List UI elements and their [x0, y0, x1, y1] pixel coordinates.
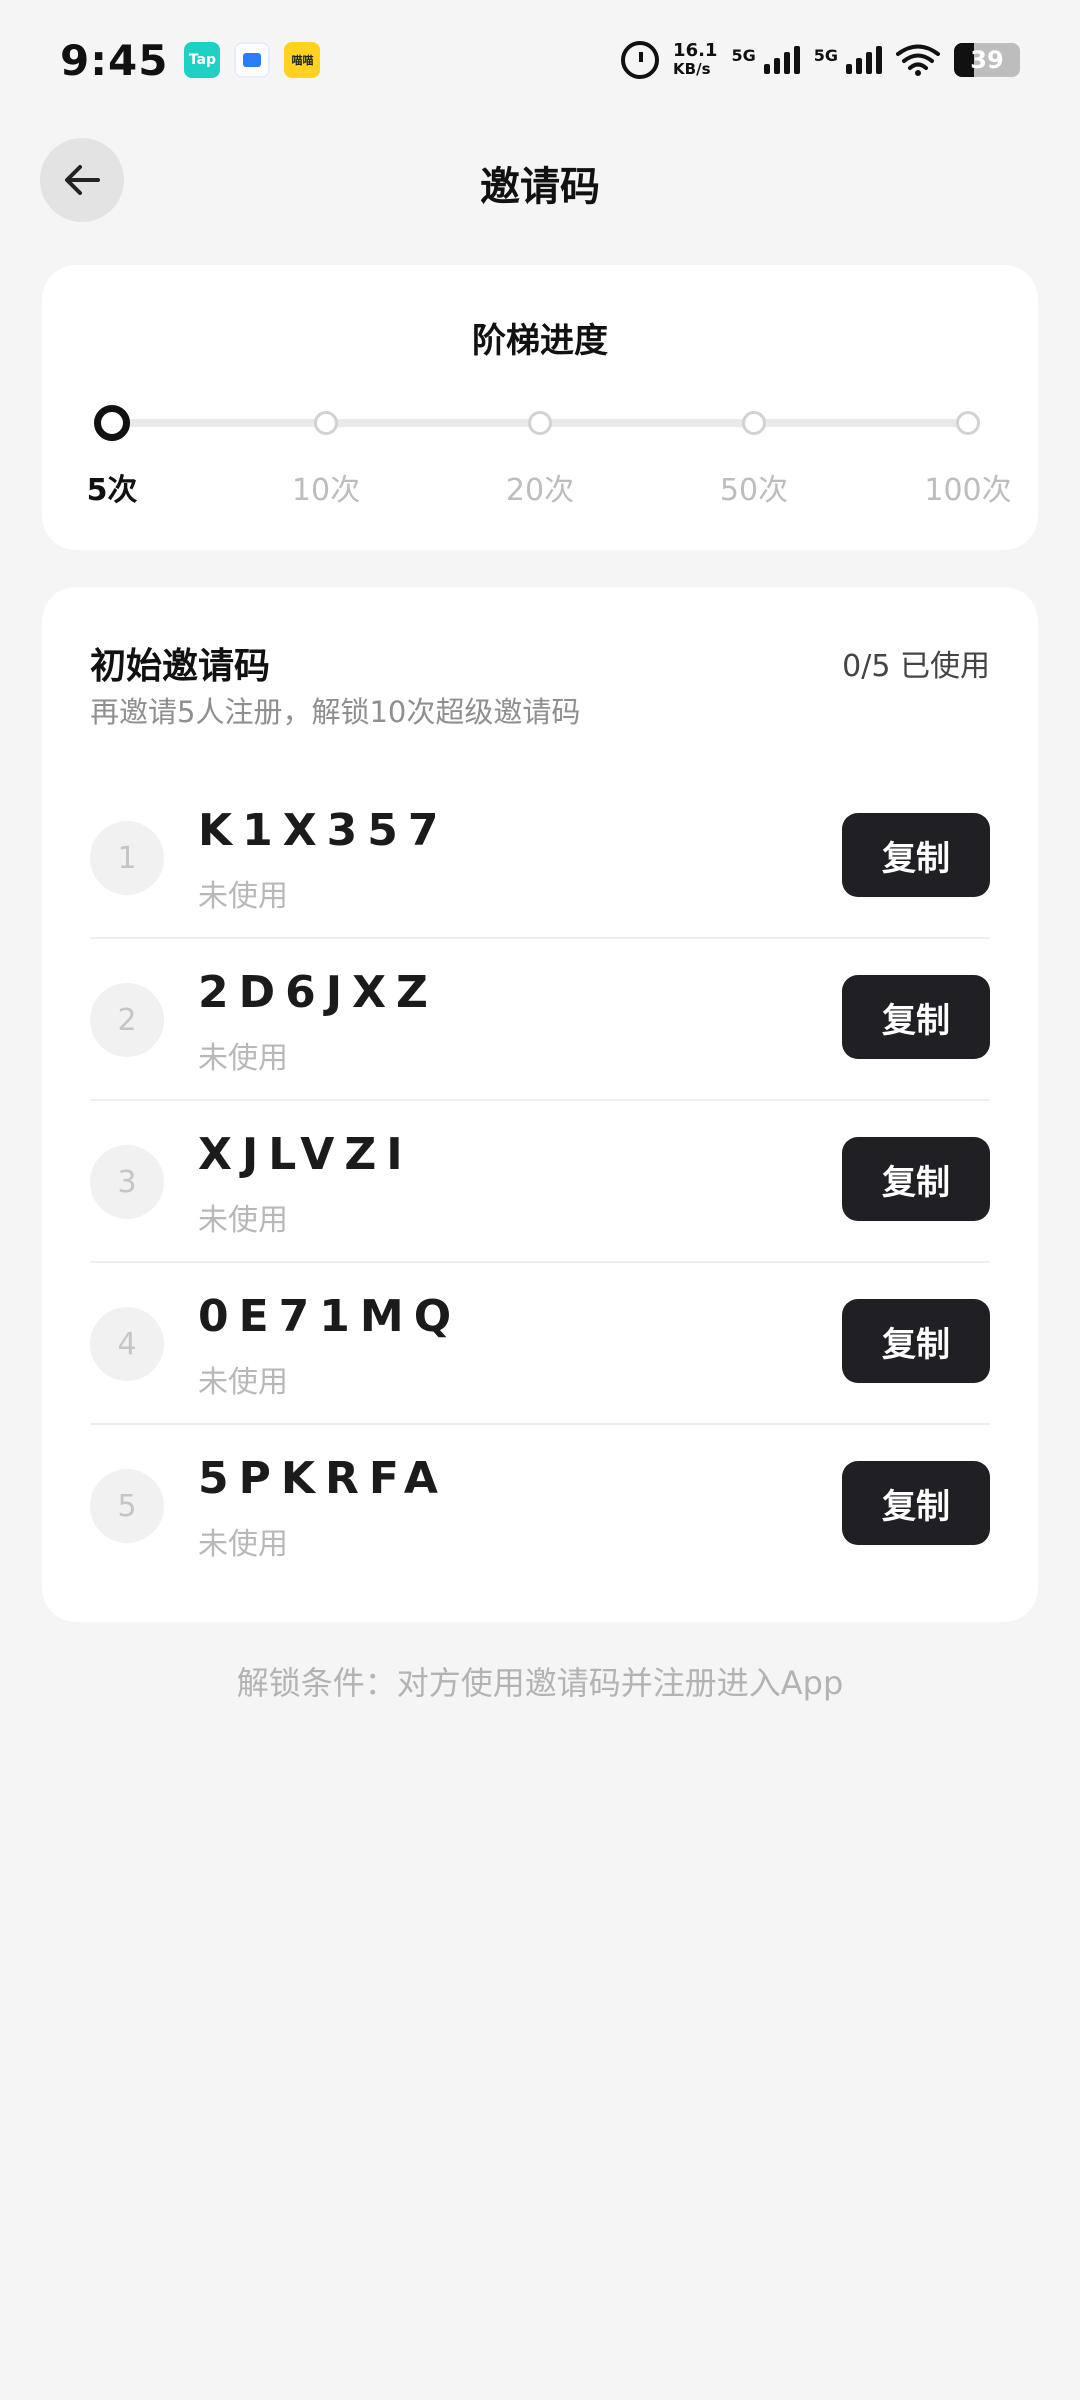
page-header: 邀请码: [0, 130, 1080, 230]
code-status: 未使用: [198, 1527, 288, 1562]
progress-step-label: 10次: [291, 473, 361, 508]
taptap-icon: Tap: [184, 42, 221, 78]
codes-used-count: 0/5 已使用: [842, 649, 990, 684]
speed-unit: KB/s: [673, 60, 711, 78]
progress-step-label: 20次: [505, 473, 575, 508]
invite-code: 2D6JXZ: [198, 967, 438, 1018]
invite-codes-card: 初始邀请码 0/5 已使用 再邀请5人注册，解锁10次超级邀请码 1 K1X35…: [42, 587, 1038, 1622]
code-status: 未使用: [198, 879, 288, 914]
progress-step-5: [956, 411, 980, 435]
status-indicators: 16.1 KB/s 5G 5G 39: [621, 41, 1020, 79]
page-title: 邀请码: [480, 164, 600, 210]
code-index: 1: [90, 821, 164, 895]
progress-step-label: 5次: [86, 473, 138, 508]
battery-level: 39: [970, 46, 1004, 74]
signal-label: 5G: [813, 46, 838, 65]
progress-step-1: [94, 405, 130, 441]
progress-step-label: 50次: [719, 473, 789, 508]
speed-value: 16.1: [673, 40, 718, 61]
copy-button[interactable]: 复制: [842, 1137, 990, 1221]
copy-button[interactable]: 复制: [842, 813, 990, 897]
codes-subtitle: 再邀请5人注册，解锁10次超级邀请码: [90, 695, 581, 729]
code-row: 1 K1X357 未使用 复制: [90, 777, 990, 939]
unlock-condition-note: 解锁条件：对方使用邀请码并注册进入App: [236, 1664, 844, 1702]
code-index: 3: [90, 1145, 164, 1219]
invite-code: 0E71MQ: [198, 1291, 462, 1342]
notification-app-icons: Tap 喵喵: [184, 42, 321, 78]
blue-app-icon: [234, 42, 271, 78]
code-row: 2 2D6JXZ 未使用 复制: [90, 939, 990, 1101]
progress-step-2: [314, 411, 338, 435]
copy-button[interactable]: 复制: [842, 975, 990, 1059]
signal-label: 5G: [731, 46, 756, 65]
progress-card: 阶梯进度 5次 10次 20次 50次 100次: [42, 265, 1038, 550]
codes-title: 初始邀请码: [90, 646, 271, 687]
copy-button[interactable]: 复制: [842, 1461, 990, 1545]
signal-icon: 5G: [814, 46, 882, 74]
status-time: 9:45: [60, 35, 169, 85]
progress-title: 阶梯进度: [472, 321, 608, 361]
progress-step-label: 100次: [924, 473, 1012, 508]
code-index: 2: [90, 983, 164, 1057]
code-status: 未使用: [198, 1203, 288, 1238]
invite-code: 5PKRFA: [198, 1453, 448, 1504]
wifi-icon: [896, 43, 940, 77]
progress-step-3: [528, 411, 552, 435]
invite-code: K1X357: [198, 805, 449, 856]
code-index: 4: [90, 1307, 164, 1381]
code-row: 3 XJLVZI 未使用 复制: [90, 1101, 990, 1263]
invite-code: XJLVZI: [198, 1129, 413, 1180]
code-status: 未使用: [198, 1041, 288, 1076]
code-row: 4 0E71MQ 未使用 复制: [90, 1263, 990, 1425]
copy-button[interactable]: 复制: [842, 1299, 990, 1383]
code-row: 5 5PKRFA 未使用 复制: [90, 1425, 990, 1587]
code-status: 未使用: [198, 1365, 288, 1400]
code-list: 1 K1X357 未使用 复制 2 2D6JXZ 未使用 复制 3 XJLVZI…: [90, 777, 990, 1587]
network-speed: 16.1 KB/s: [673, 40, 718, 79]
yellow-app-icon: 喵喵: [284, 42, 321, 78]
progress-step-4: [742, 411, 766, 435]
code-index: 5: [90, 1469, 164, 1543]
signal-icon: 5G: [731, 46, 800, 74]
alarm-icon: [621, 41, 660, 79]
battery-icon: 39: [954, 43, 1020, 77]
status-bar: 9:45 Tap 喵喵 16.1 KB/s 5G 5G 39: [0, 0, 1080, 120]
